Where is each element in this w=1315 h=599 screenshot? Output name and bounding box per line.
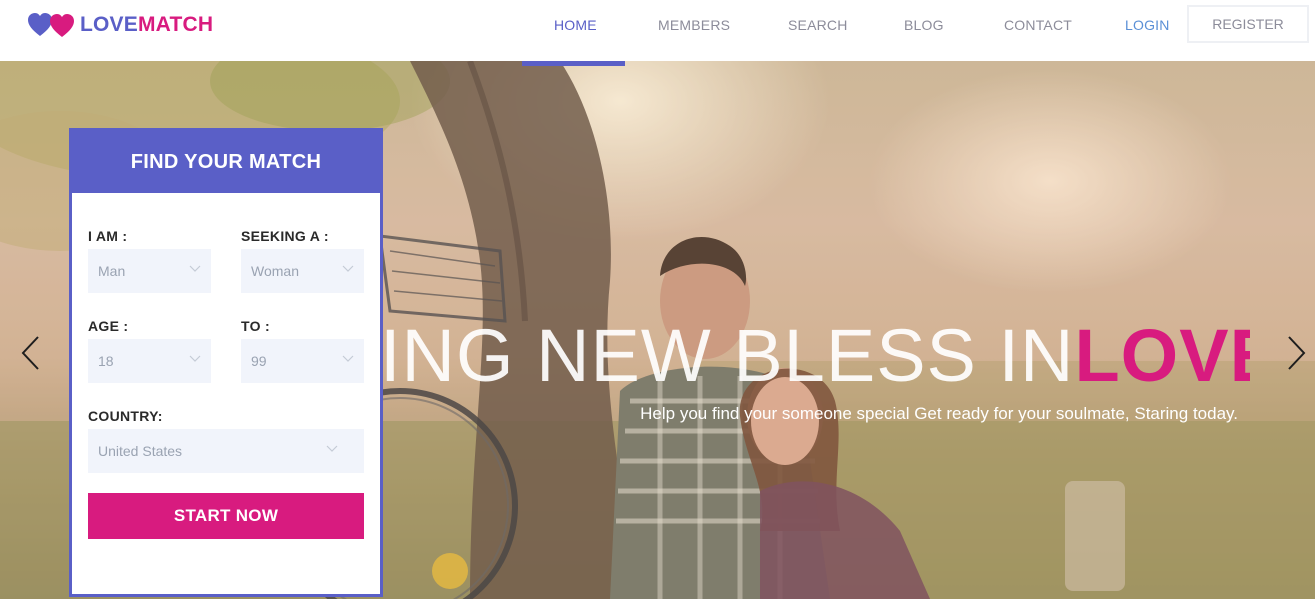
i-am-label: I AM : (88, 228, 128, 244)
to-label: TO : (241, 318, 270, 334)
hero-headline: ING NEW BLESS INLOVE (380, 316, 1250, 396)
site-header: LOVEMATCH HOME MEMBERS SEARCH BLOG CONTA… (0, 0, 1315, 61)
chevron-right-icon[interactable] (1285, 333, 1309, 373)
nav-login[interactable]: LOGIN (1125, 17, 1170, 33)
site-logo[interactable]: LOVEMATCH (28, 12, 213, 38)
logo-text-match: MATCH (137, 13, 214, 36)
nav-blog[interactable]: BLOG (904, 17, 944, 33)
hero-subheadline: Help you find your someone special Get r… (640, 404, 1238, 423)
age-to-value: 99 (251, 353, 267, 369)
nav-home[interactable]: HOME (554, 17, 597, 33)
start-now-button[interactable]: START NOW (88, 493, 364, 539)
logo-text-love: LOVE (80, 13, 138, 36)
country-label: COUNTRY: (88, 408, 163, 424)
logo-text: LOVEMATCH (80, 13, 213, 37)
chevron-down-icon (189, 265, 201, 272)
hero-headline-love: LOVE (1074, 316, 1250, 396)
hero-headline-light: ING NEW BLESS IN (380, 316, 1075, 396)
country-value: United States (98, 443, 183, 459)
chevron-down-icon (342, 355, 354, 362)
chevron-left-icon[interactable] (18, 333, 42, 373)
seeking-label: SEEKING A : (241, 228, 329, 244)
age-from-value: 18 (98, 353, 114, 369)
nav-active-indicator (522, 61, 625, 66)
seeking-select[interactable]: Woman (241, 249, 364, 293)
find-match-title: FIND YOUR MATCH (72, 131, 380, 193)
find-match-panel: FIND YOUR MATCH I AM : SEEKING A : Man W… (69, 128, 383, 597)
country-select[interactable]: United States (88, 429, 364, 473)
hearts-logo-icon (28, 13, 74, 37)
chevron-down-icon (342, 265, 354, 272)
chevron-down-icon (326, 445, 338, 452)
i-am-select[interactable]: Man (88, 249, 211, 293)
chevron-down-icon (189, 355, 201, 362)
age-label: AGE : (88, 318, 129, 334)
seeking-value: Woman (251, 263, 299, 279)
nav-contact[interactable]: CONTACT (1004, 17, 1072, 33)
age-from-select[interactable]: 18 (88, 339, 211, 383)
register-button[interactable]: REGISTER (1187, 5, 1309, 43)
i-am-value: Man (98, 263, 126, 279)
age-to-select[interactable]: 99 (241, 339, 364, 383)
nav-members[interactable]: MEMBERS (658, 17, 730, 33)
nav-search[interactable]: SEARCH (788, 17, 848, 33)
